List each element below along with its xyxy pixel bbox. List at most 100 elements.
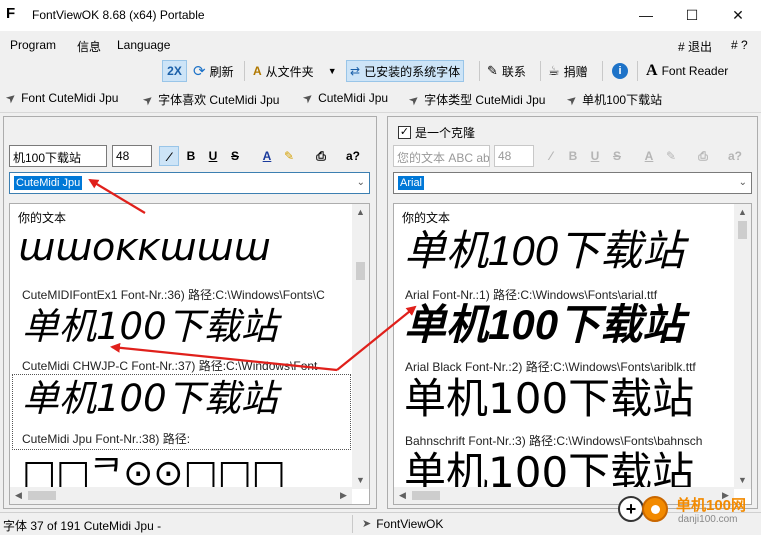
- toolbar-separator: [540, 61, 541, 81]
- favorite-item[interactable]: ➤ 单机100下载站: [564, 91, 662, 108]
- toolbar-separator: [244, 61, 245, 81]
- font-entry-meta: Bahnschrift Font-Nr.:3) 路径:C:\Windows\Fo…: [405, 434, 703, 448]
- vertical-scrollbar[interactable]: ▲ ▼: [352, 204, 369, 489]
- info-icon: i: [612, 63, 628, 79]
- underline-button[interactable]: U: [203, 146, 223, 166]
- refresh-button[interactable]: ⟳ 刷新: [190, 60, 237, 82]
- clone-checkbox[interactable]: ✓ 是一个克隆: [398, 124, 475, 141]
- list-header: 你的文本: [18, 211, 67, 225]
- scroll-down-arrow[interactable]: ▼: [352, 472, 369, 489]
- refresh-icon: ⟳: [193, 63, 206, 80]
- contact-button[interactable]: ✎ 联系: [484, 60, 529, 82]
- font-reader-button[interactable]: A Font Reader: [643, 60, 731, 82]
- watermark-url: danji100.com: [678, 514, 738, 525]
- watermark-plus-icon: +: [618, 496, 644, 522]
- zoom-2x-button[interactable]: 2X: [162, 60, 187, 82]
- bold-button[interactable]: B: [181, 146, 201, 166]
- font-entry-meta: CuteMidi CHWJP-C Font-Nr.:37) 路径:C:\Wind…: [22, 359, 318, 373]
- toolbar-separator: [637, 61, 638, 81]
- menu-exit[interactable]: # 退出: [678, 38, 712, 55]
- close-button[interactable]: ✕: [715, 0, 761, 31]
- help-icon[interactable]: a?: [725, 146, 745, 166]
- from-folder-button[interactable]: A 从文件夹 ▼: [250, 60, 340, 82]
- scroll-right-arrow[interactable]: ▶: [335, 487, 352, 504]
- italic-button[interactable]: ⁄: [541, 146, 561, 166]
- font-size-input[interactable]: 48: [112, 145, 152, 167]
- favorite-label: 字体喜欢 CuteMidi Jpu: [158, 93, 280, 107]
- highlighter-icon[interactable]: ✎: [279, 146, 299, 166]
- donate-button[interactable]: ☕ 捐赠: [545, 60, 591, 82]
- status-app: ➤ FontViewOK: [362, 517, 443, 531]
- scroll-thumb[interactable]: [412, 491, 440, 500]
- underline-button[interactable]: U: [585, 146, 605, 166]
- favorite-item[interactable]: ➤ 字体喜欢 CuteMidi Jpu: [140, 91, 280, 108]
- menu-info[interactable]: 信息: [77, 38, 101, 55]
- pin-icon: ➤: [2, 89, 20, 107]
- scroll-up-arrow[interactable]: ▲: [352, 204, 369, 221]
- menu-help[interactable]: # ?: [731, 38, 748, 52]
- sample-text-input[interactable]: 您的文本 ABC abc: [393, 145, 490, 167]
- favorite-label: Font CuteMidi Jpu: [21, 91, 119, 105]
- font-entry-sample: 单机100下载站: [404, 301, 685, 348]
- pin-icon: ➤: [362, 518, 372, 530]
- minimize-button[interactable]: —: [623, 0, 669, 31]
- bold-button[interactable]: B: [563, 146, 583, 166]
- favorite-label: CuteMidi Jpu: [318, 91, 389, 105]
- font-entry-sample: 单机100下载站: [404, 227, 685, 274]
- scroll-thumb[interactable]: [28, 491, 56, 500]
- toolbar-separator: [602, 61, 603, 81]
- strikeout-button[interactable]: S: [607, 146, 627, 166]
- toolbar: 2X ⟳ 刷新 A 从文件夹 ▼ ⇄ 已安装的系统字体 ✎ 联系 ☕ 捐赠 i …: [0, 57, 761, 85]
- font-select[interactable]: Arial ⌄: [393, 172, 752, 194]
- font-entry-sample: 单机100下载站: [22, 377, 278, 420]
- scroll-thumb[interactable]: [356, 262, 365, 280]
- favorites-bar: ➤ Font CuteMidi Jpu ➤ 字体喜欢 CuteMidi Jpu …: [0, 85, 761, 113]
- menu-bar: Program 信息 Language # 退出 # ?: [0, 31, 761, 57]
- horizontal-scrollbar[interactable]: ◀ ▶: [10, 487, 352, 504]
- contact-label: 联系: [501, 64, 526, 79]
- scroll-left-arrow[interactable]: ◀: [394, 487, 411, 504]
- font-reader-icon: A: [646, 62, 658, 79]
- printer-icon[interactable]: ⎙: [693, 146, 713, 166]
- title-bar: F FontViewOK 8.68 (x64) Portable — ☐ ✕: [0, 0, 761, 31]
- toolbar-separator: [479, 61, 480, 81]
- menu-language[interactable]: Language: [117, 38, 170, 52]
- favorite-item[interactable]: ➤ Font CuteMidi Jpu: [2, 89, 119, 107]
- info-button[interactable]: i: [609, 60, 631, 82]
- font-select-value: CuteMidi Jpu: [14, 176, 83, 190]
- maximize-button[interactable]: ☐: [669, 0, 715, 31]
- favorite-label: 字体类型 CuteMidi Jpu: [424, 93, 546, 107]
- font-size-input[interactable]: 48: [494, 145, 534, 167]
- font-entry-sample: 单机100下载站: [404, 374, 695, 423]
- italic-button[interactable]: ⁄: [159, 146, 179, 166]
- font-select[interactable]: CuteMidi Jpu ⌄: [9, 172, 370, 194]
- chevron-down-icon: ⌄: [356, 177, 365, 188]
- window-title: FontViewOK 8.68 (x64) Portable: [32, 8, 205, 22]
- highlighter-icon[interactable]: ✎: [661, 146, 681, 166]
- font-preview-list[interactable]: 你的文本 ɯɯoĸĸɯɯɯ CuteMIDIFontEx1 Font-Nr.:3…: [9, 203, 370, 505]
- menu-program[interactable]: Program: [10, 38, 56, 52]
- favorite-item[interactable]: ➤ CuteMidi Jpu: [300, 89, 389, 106]
- glyph-preview: ɯɯoĸĸɯɯɯ: [18, 225, 271, 269]
- font-reader-label: Font Reader: [661, 64, 729, 78]
- vertical-scrollbar[interactable]: ▲ ▼: [734, 204, 751, 489]
- font-select-value: Arial: [398, 176, 425, 190]
- printer-icon[interactable]: ⎙: [311, 146, 331, 166]
- scroll-up-arrow[interactable]: ▲: [734, 204, 751, 221]
- font-color-icon[interactable]: A: [257, 146, 277, 166]
- font-entry-meta: CuteMidi Jpu Font-Nr.:38) 路径:: [22, 432, 191, 446]
- scroll-left-arrow[interactable]: ◀: [10, 487, 27, 504]
- watermark-logo-icon: [642, 496, 668, 522]
- status-separator: [352, 515, 353, 533]
- strikeout-button[interactable]: S: [225, 146, 245, 166]
- sample-text-input[interactable]: 机100下载站: [9, 145, 107, 167]
- scroll-down-arrow[interactable]: ▼: [734, 472, 751, 489]
- pin-icon: ➤: [405, 90, 423, 109]
- font-preview-list[interactable]: 你的文本 单机100下载站 Arial Font-Nr.:1) 路径:C:\Wi…: [393, 203, 752, 505]
- favorite-item[interactable]: ➤ 字体类型 CuteMidi Jpu: [405, 90, 546, 109]
- scroll-thumb[interactable]: [738, 221, 747, 239]
- installed-fonts-button[interactable]: ⇄ 已安装的系统字体: [346, 60, 465, 82]
- font-color-icon[interactable]: A: [639, 146, 659, 166]
- right-font-pane: ✓ 是一个克隆 您的文本 ABC abc 48 ⁄ B U S A ✎ ⎙ a?…: [387, 116, 758, 509]
- help-icon[interactable]: a?: [343, 146, 363, 166]
